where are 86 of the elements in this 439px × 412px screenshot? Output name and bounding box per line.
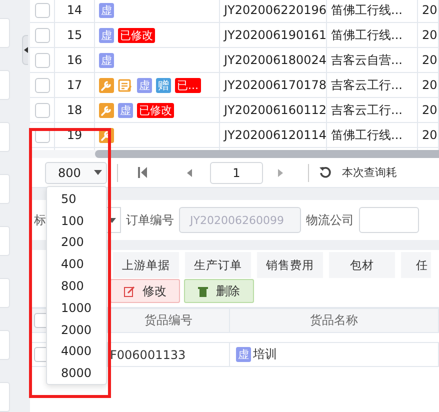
virtual-badge: 虚 bbox=[99, 28, 114, 42]
caret-icon bbox=[94, 170, 102, 175]
modified-badge: 已修改 bbox=[137, 102, 174, 118]
virtual-badge: 虚 bbox=[118, 102, 133, 118]
modified-badge: 已修改 bbox=[118, 28, 155, 42]
menu-option[interactable]: 100 bbox=[47, 210, 106, 232]
row-number: 14 bbox=[66, 3, 82, 17]
page-size-select[interactable]: 800 bbox=[45, 162, 107, 184]
field-edge bbox=[0, 70, 10, 100]
field-edge bbox=[0, 18, 10, 48]
company-name: 吉客云工行... bbox=[331, 76, 402, 94]
tab[interactable]: 生产订单 bbox=[185, 252, 251, 278]
tab[interactable]: 任 bbox=[401, 252, 431, 278]
checkbox[interactable] bbox=[34, 102, 50, 118]
wrench-icon bbox=[99, 102, 114, 118]
delete-button[interactable]: 删除 bbox=[184, 279, 254, 303]
order-number: JY202006190161 bbox=[224, 28, 326, 42]
collapse-handle[interactable] bbox=[22, 35, 28, 65]
field-edge bbox=[0, 278, 10, 308]
checkbox[interactable] bbox=[34, 78, 50, 92]
order-number: JY202006160112 bbox=[224, 103, 326, 117]
order-number: JY202006170178 bbox=[224, 78, 326, 92]
checkbox[interactable] bbox=[34, 2, 50, 18]
previous-icon[interactable] bbox=[187, 168, 192, 176]
modified-badge: 已... bbox=[175, 78, 200, 92]
gift-badge: 赠 bbox=[156, 78, 171, 92]
field-edge bbox=[0, 382, 10, 412]
table-cell: 20 bbox=[422, 53, 438, 67]
field-edge bbox=[0, 122, 10, 152]
company-name: 笛佛工行线... bbox=[331, 126, 402, 144]
first-page-icon[interactable] bbox=[138, 167, 147, 178]
caret-icon bbox=[108, 218, 116, 222]
tab[interactable]: 上游单据 bbox=[113, 252, 179, 278]
table-cell: 20 bbox=[422, 78, 438, 92]
menu-option[interactable]: 50 bbox=[47, 188, 106, 210]
product-name: 培训 bbox=[253, 346, 277, 363]
logistics-field[interactable] bbox=[359, 207, 419, 233]
refresh-icon[interactable] bbox=[319, 166, 332, 179]
company-name: 笛佛工行线... bbox=[331, 2, 402, 18]
table-cell: 20 bbox=[422, 103, 438, 117]
order-number: JY202006180024 bbox=[224, 53, 326, 67]
query-time-text: 本次查询耗 bbox=[342, 165, 397, 180]
row-number: 16 bbox=[66, 53, 82, 67]
table-cell: 20 bbox=[422, 128, 438, 142]
menu-option[interactable]: 800 bbox=[47, 275, 106, 297]
order-number: JY202006220196 bbox=[224, 3, 326, 17]
company-name: 吉客云工行... bbox=[331, 102, 402, 118]
order-number: JY202006120114 bbox=[224, 128, 326, 142]
field-edge bbox=[0, 174, 10, 204]
note-icon bbox=[118, 78, 133, 92]
menu-option[interactable]: 4000 bbox=[47, 340, 106, 362]
menu-option[interactable]: 1000 bbox=[47, 296, 106, 319]
menu-option[interactable]: 8000 bbox=[47, 362, 106, 384]
row-number: 18 bbox=[66, 103, 82, 117]
menu-option[interactable]: 200 bbox=[47, 232, 106, 254]
company-name: 吉客云自营... bbox=[331, 52, 402, 68]
page-input[interactable]: 1 bbox=[210, 162, 263, 184]
row-number: 15 bbox=[66, 28, 82, 42]
scrollbar-thumb[interactable] bbox=[95, 150, 439, 158]
tab[interactable]: 包材 bbox=[329, 252, 395, 278]
virtual-badge: 虚 bbox=[236, 347, 251, 362]
checkbox[interactable] bbox=[34, 28, 50, 42]
field-edge bbox=[0, 330, 10, 360]
product-code: F006001133 bbox=[110, 348, 186, 362]
order-number-label: 订单编号 bbox=[126, 212, 174, 228]
next-icon[interactable] bbox=[278, 168, 283, 176]
logistics-label: 物流公司 bbox=[306, 212, 354, 228]
checkbox[interactable] bbox=[34, 52, 50, 68]
row-number: 17 bbox=[66, 78, 82, 92]
menu-option[interactable]: 2000 bbox=[47, 318, 106, 340]
edit-button[interactable]: 修改 bbox=[110, 279, 180, 303]
field-label: 标 bbox=[34, 212, 46, 228]
menu-option[interactable]: 400 bbox=[47, 253, 106, 276]
virtual-badge: 虚 bbox=[137, 78, 152, 92]
column-header: 货品编号 bbox=[144, 312, 192, 329]
company-name: 笛佛工行线... bbox=[331, 26, 402, 44]
table-cell: 20 bbox=[422, 3, 438, 17]
virtual-badge: 虚 bbox=[99, 2, 114, 18]
table-cell: 20 bbox=[422, 28, 438, 42]
wrench-icon bbox=[99, 78, 114, 92]
edit-icon bbox=[124, 286, 134, 296]
column-header: 货品名称 bbox=[310, 312, 358, 329]
trash-icon bbox=[198, 286, 208, 296]
virtual-badge: 虚 bbox=[99, 52, 114, 68]
field-edge bbox=[0, 226, 10, 256]
tab[interactable]: 销售费用 bbox=[257, 252, 323, 278]
